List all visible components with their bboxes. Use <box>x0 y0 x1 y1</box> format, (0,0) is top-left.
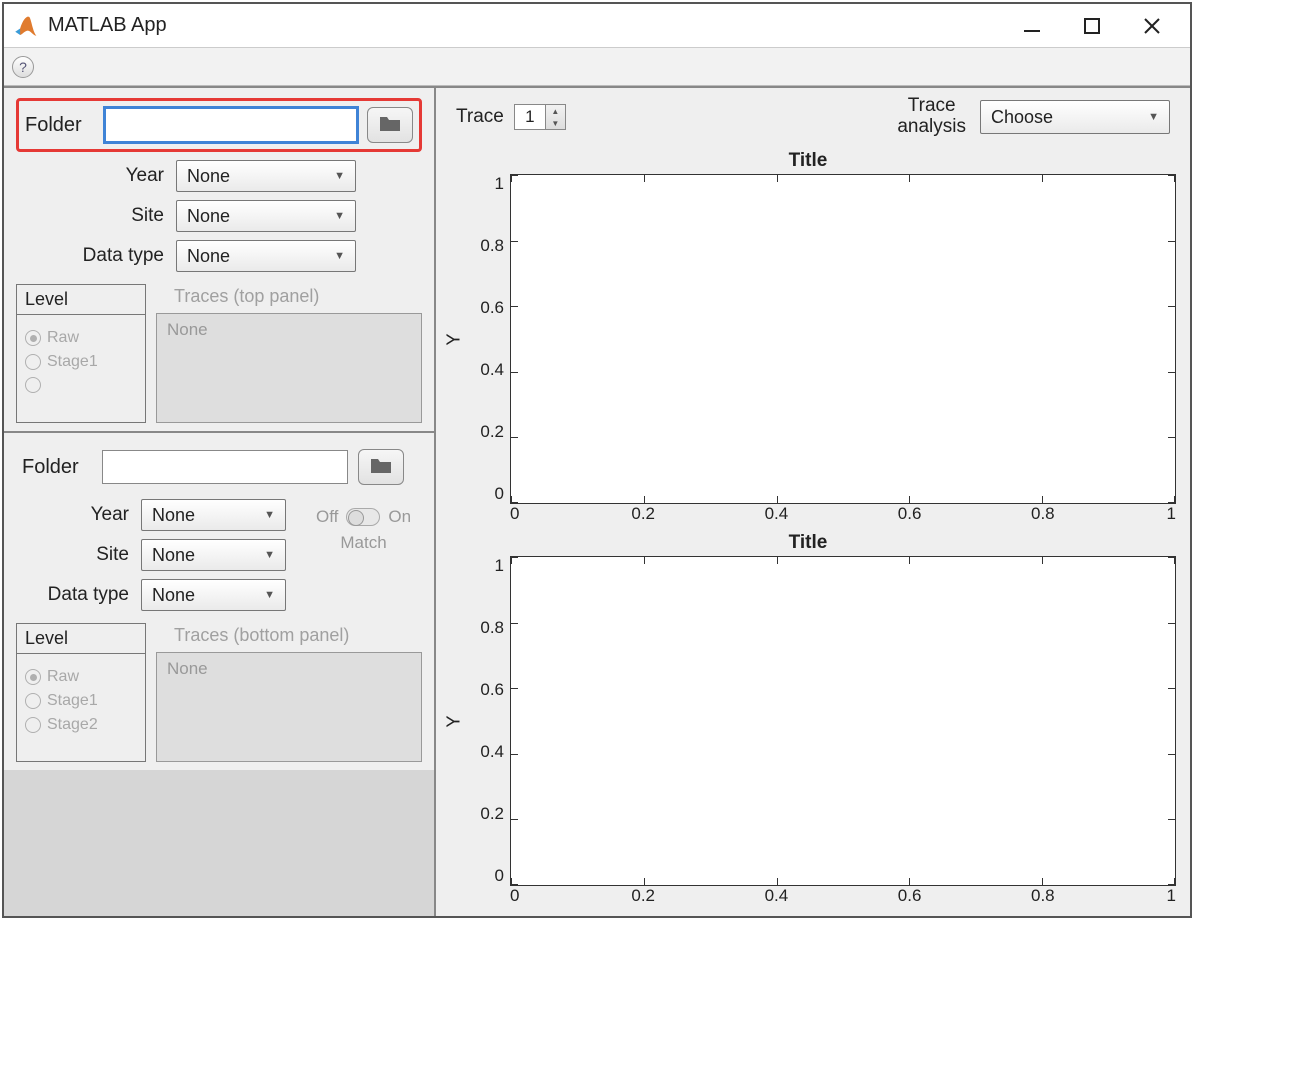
site-label: Site <box>16 205 176 227</box>
folder-row-top: Folder <box>16 98 422 152</box>
folder-icon <box>369 455 393 480</box>
year-dropdown-bottom[interactable]: None ▼ <box>141 499 286 531</box>
maximize-button[interactable] <box>1062 4 1122 48</box>
datatype-dropdown-bottom[interactable]: None ▼ <box>141 579 286 611</box>
traces-title-bottom: Traces (bottom panel) <box>156 623 422 652</box>
xticks: 0 0.2 0.4 0.6 0.8 1 <box>510 886 1176 906</box>
level-radio-stage1[interactable]: Stage1 <box>25 353 137 371</box>
year-dropdown-top[interactable]: None ▼ <box>176 160 356 192</box>
matlab-icon <box>12 13 38 39</box>
axes-bottom: Title Y 1 0.8 0.6 0.4 0.2 0 <box>440 532 1176 906</box>
chevron-down-icon: ▼ <box>334 210 345 222</box>
close-button[interactable] <box>1122 4 1182 48</box>
match-toggle-block: Off On Match <box>316 507 411 611</box>
level-box-bottom: Level Raw Stage1 Stage2 <box>16 623 146 762</box>
trace-analysis-dropdown[interactable]: Choose ▼ <box>980 100 1170 134</box>
level-box-top: Level Raw Stage1 <box>16 284 146 423</box>
site-dropdown-top[interactable]: None ▼ <box>176 200 356 232</box>
level-radio-3[interactable] <box>25 377 137 393</box>
level-radio-stage2-b[interactable]: Stage2 <box>25 716 137 734</box>
site-label: Site <box>16 544 141 566</box>
plot-area-bottom[interactable] <box>510 556 1176 886</box>
titlebar: MATLAB App <box>4 4 1190 48</box>
left-column: Folder Year None ▼ Site <box>4 88 434 916</box>
spinner-down-icon[interactable]: ▼ <box>546 117 565 129</box>
axes-title: Title <box>440 532 1176 554</box>
trace-label: Trace <box>456 106 504 128</box>
folder-icon <box>378 113 402 138</box>
datatype-label: Data type <box>16 584 141 606</box>
axes-top: Title Y 1 0.8 0.6 0.4 0.2 0 <box>440 150 1176 524</box>
folder-input-top[interactable] <box>105 108 357 142</box>
trace-analysis-label: Trace analysis <box>897 96 966 138</box>
chevron-down-icon: ▼ <box>334 170 345 182</box>
toggle-on-label: On <box>388 507 411 527</box>
yticks: 1 0.8 0.6 0.4 0.2 0 <box>468 556 510 886</box>
level-radio-raw[interactable]: Raw <box>25 329 137 347</box>
ylabel: Y <box>440 556 468 886</box>
minimize-button[interactable] <box>1002 4 1062 48</box>
right-top-controls: Trace 1 ▲ ▼ Trace analysis Choose ▼ <box>436 88 1190 146</box>
traces-list-bottom[interactable]: None <box>156 652 422 762</box>
level-radio-stage1-b[interactable]: Stage1 <box>25 692 137 710</box>
traces-list-top[interactable]: None <box>156 313 422 423</box>
panel-bottom: Folder Year None ▼ <box>4 433 434 770</box>
content-area: Folder Year None ▼ Site <box>4 86 1190 916</box>
year-label: Year <box>16 165 176 187</box>
browse-button-bottom[interactable] <box>358 449 404 485</box>
spinner-up-icon[interactable]: ▲ <box>546 105 565 117</box>
traces-title-top: Traces (top panel) <box>156 284 422 313</box>
year-label: Year <box>16 504 141 526</box>
app-window: MATLAB App ? Folder <box>2 2 1192 918</box>
chevron-down-icon: ▼ <box>264 549 275 561</box>
level-title: Level <box>17 624 145 654</box>
site-dropdown-bottom[interactable]: None ▼ <box>141 539 286 571</box>
trace-spinner[interactable]: 1 ▲ ▼ <box>514 104 566 130</box>
folder-input-bottom[interactable] <box>102 450 348 484</box>
plot-area-top[interactable] <box>510 174 1176 504</box>
folder-label: Folder <box>25 114 95 137</box>
datatype-dropdown-top[interactable]: None ▼ <box>176 240 356 272</box>
folder-row-bottom: Folder <box>16 443 422 491</box>
axes-title: Title <box>440 150 1176 172</box>
toggle-match-label: Match <box>340 533 386 553</box>
toggle-off-label: Off <box>316 507 338 527</box>
chevron-down-icon: ▼ <box>334 250 345 262</box>
toolbar: ? <box>4 48 1190 86</box>
chevron-down-icon: ▼ <box>264 509 275 521</box>
chevron-down-icon: ▼ <box>264 589 275 601</box>
xticks: 0 0.2 0.4 0.6 0.8 1 <box>510 504 1176 524</box>
right-column: Trace 1 ▲ ▼ Trace analysis Choose ▼ Titl… <box>434 88 1190 916</box>
browse-button-top[interactable] <box>367 107 413 143</box>
panel-top: Folder Year None ▼ Site <box>4 88 434 433</box>
yticks: 1 0.8 0.6 0.4 0.2 0 <box>468 174 510 504</box>
chevron-down-icon: ▼ <box>1148 111 1159 123</box>
datatype-label: Data type <box>16 245 176 267</box>
level-title: Level <box>17 285 145 315</box>
help-button[interactable]: ? <box>12 56 34 78</box>
folder-label: Folder <box>22 456 92 479</box>
ylabel: Y <box>440 174 468 504</box>
window-title: MATLAB App <box>48 14 1002 37</box>
level-radio-raw-b[interactable]: Raw <box>25 668 137 686</box>
match-switch[interactable] <box>346 508 380 526</box>
